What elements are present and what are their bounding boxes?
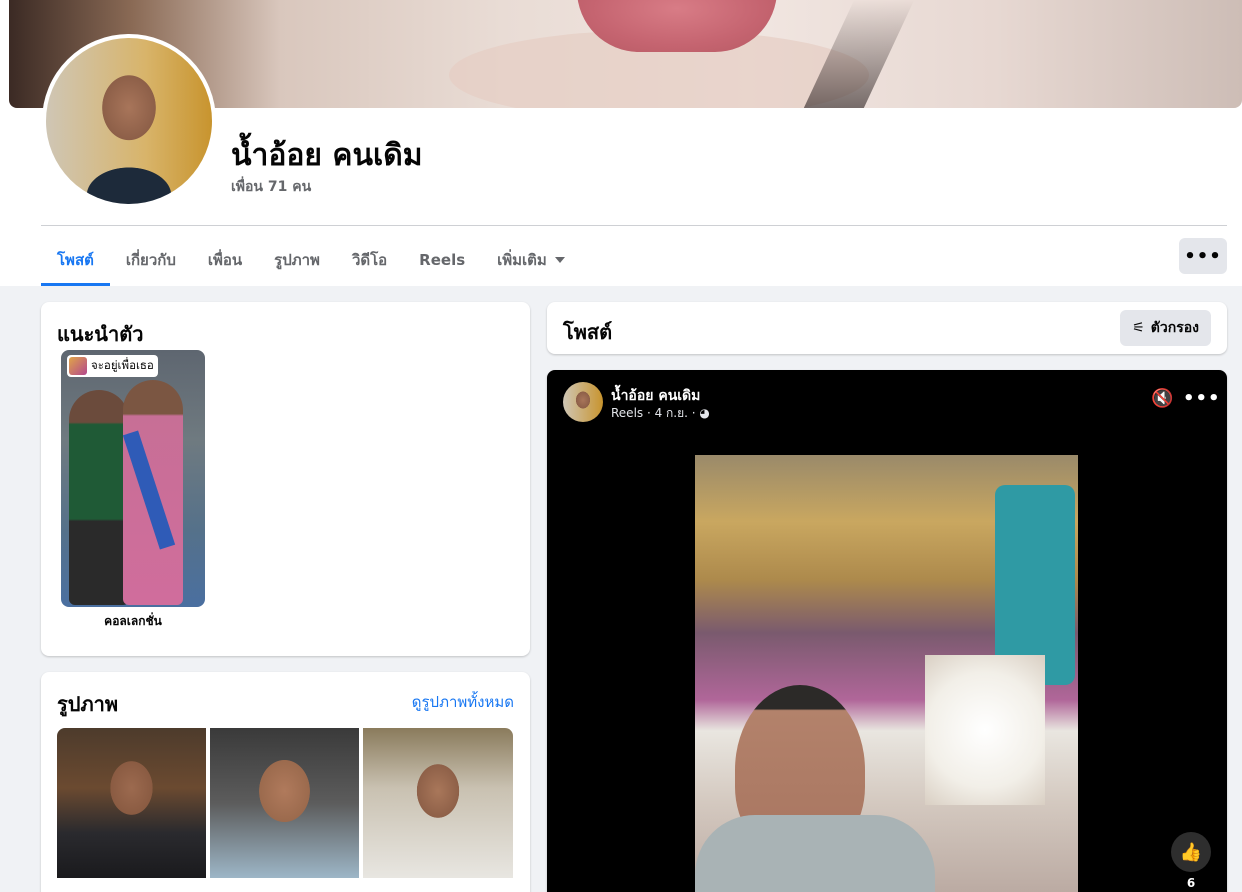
profile-tabs: โพสต์ เกี่ยวกับ เพื่อน รูปภาพ วิดีโอ Ree… [41,234,581,286]
profile-avatar[interactable] [42,34,216,208]
avatar [46,38,212,204]
tab-friends[interactable]: เพื่อน [192,234,258,286]
story-tag: จะอยู่เพื่อเธอ [67,355,158,377]
photo-thumbnail[interactable] [57,728,206,878]
friends-count[interactable]: เพื่อน 71 คน [231,176,311,198]
header-divider [41,225,1227,226]
story-tag-label: จะอยู่เพื่อเธอ [91,358,154,372]
tab-posts[interactable]: โพสต์ [41,234,110,286]
more-options-button[interactable]: ••• [1179,238,1227,274]
reel-video[interactable] [695,455,1078,892]
tab-photos[interactable]: รูปภาพ [258,234,336,286]
filter-label: ตัวกรอง [1150,320,1199,336]
photo-thumbnail[interactable] [363,728,513,878]
post-options-button[interactable]: ••• [1183,388,1221,409]
photo-grid [57,728,513,878]
photos-card: รูปภาพ ดูรูปภาพทั้งหมด [41,672,530,892]
like-button[interactable]: 👍 [1171,832,1211,872]
intro-card: แนะนำตัว จะอยู่เพื่อเธอ คอลเลกชั่น [41,302,530,656]
see-all-photos-link[interactable]: ดูรูปภาพทั้งหมด [412,690,514,714]
profile-name: น้ำอ้อย คนเดิม [231,138,423,173]
collection-label: คอลเลกชั่น [104,614,162,628]
mute-icon[interactable]: 🔇 [1151,388,1173,409]
tab-more-label: เพิ่มเติม [497,251,547,269]
tab-about[interactable]: เกี่ยวกับ [110,234,192,286]
like-count: 6 [1186,876,1196,890]
featured-collection[interactable]: จะอยู่เพื่อเธอ [61,350,205,607]
post-meta: Reels · 4 ก.ย. · ◕ [611,406,710,420]
thumbs-up-icon: 👍 [1179,841,1203,863]
posts-header-card: โพสต์ ⚟ ตัวกรอง [547,302,1227,354]
music-thumbnail-icon [69,357,87,375]
profile-header: น้ำอ้อย คนเดิม เพื่อน 71 คน โพสต์ เกี่ยว… [0,0,1242,286]
tab-reels[interactable]: Reels [403,234,481,286]
chevron-down-icon [554,257,565,263]
photo-thumbnail[interactable] [210,728,359,878]
intro-title: แนะนำตัว [57,322,144,346]
photos-title: รูปภาพ [57,692,119,716]
filter-icon: ⚟ [1132,320,1145,336]
tab-videos[interactable]: วิดีโอ [336,234,403,286]
posts-title: โพสต์ [563,320,613,344]
post-author-avatar[interactable] [563,382,603,422]
filter-button[interactable]: ⚟ ตัวกรอง [1120,310,1211,346]
reel-post: น้ำอ้อย คนเดิม Reels · 4 ก.ย. · ◕ 🔇 ••• … [547,370,1227,892]
tab-more[interactable]: เพิ่มเติม [481,234,581,286]
